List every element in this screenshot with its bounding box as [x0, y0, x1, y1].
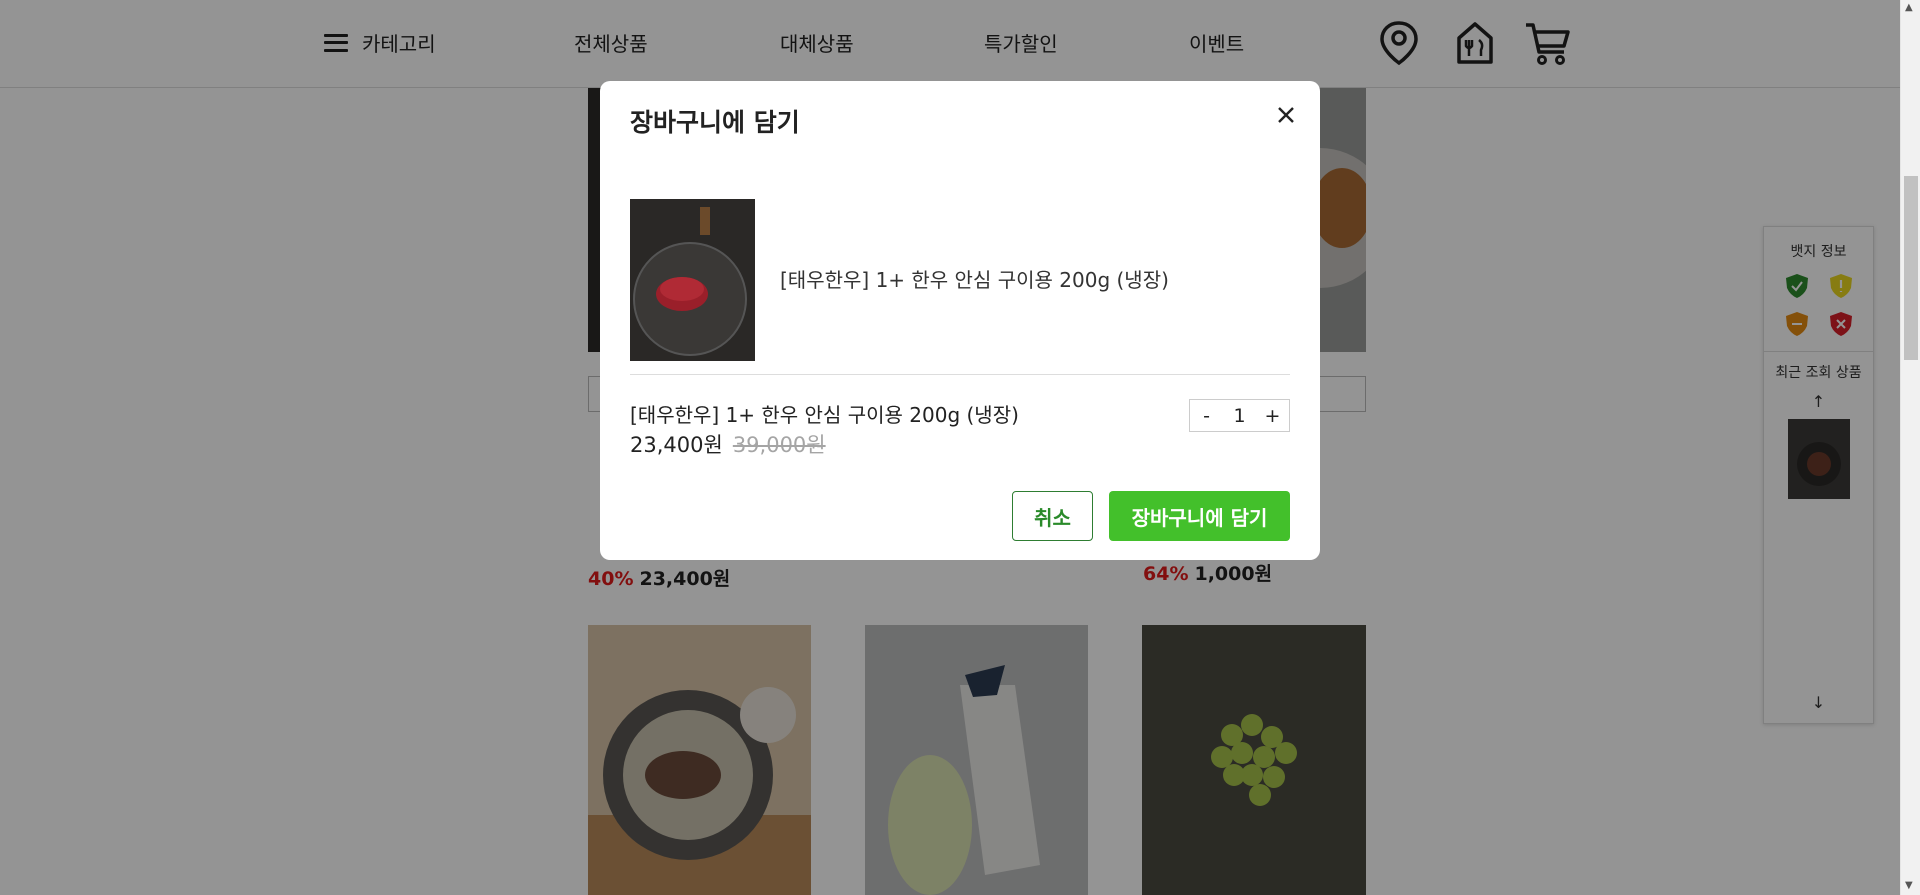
sale-price: 23,400원	[630, 433, 723, 457]
page-scrollbar[interactable]: ▲ ▼	[1900, 0, 1920, 895]
quantity-value: 1	[1233, 404, 1246, 427]
close-icon[interactable]	[1272, 101, 1300, 129]
scroll-down-arrow-icon[interactable]: ▼	[1905, 880, 1913, 891]
quantity-stepper: - 1 +	[1189, 399, 1290, 432]
modal-divider	[630, 374, 1290, 375]
original-price: 39,000원	[732, 433, 826, 457]
selected-option-name: [태우한우] 1+ 한우 안심 구이용 200g (냉장)	[630, 403, 1019, 427]
decrease-quantity-button[interactable]: -	[1190, 405, 1223, 427]
selected-option-price: 23,400원 39,000원	[630, 429, 826, 459]
scroll-thumb[interactable]	[1904, 176, 1918, 360]
add-to-cart-button[interactable]: 장바구니에 담기	[1109, 491, 1290, 541]
scroll-up-arrow-icon[interactable]: ▲	[1905, 2, 1913, 13]
add-to-cart-modal: 장바구니에 담기 [태우한우] 1+ 한우 안심 구이용 200g (냉장) […	[600, 81, 1320, 560]
cancel-button[interactable]: 취소	[1012, 491, 1093, 541]
modal-product-name: [태우한우] 1+ 한우 안심 구이용 200g (냉장)	[780, 268, 1169, 292]
modal-title: 장바구니에 담기	[630, 108, 800, 137]
modal-product-image	[630, 199, 755, 361]
increase-quantity-button[interactable]: +	[1256, 405, 1289, 427]
